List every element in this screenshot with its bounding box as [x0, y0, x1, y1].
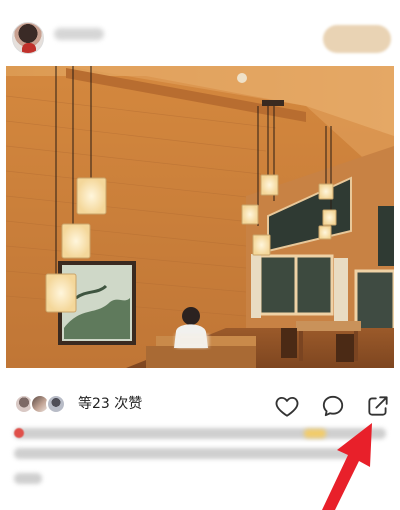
likes-count-text[interactable]: 等23 次赞 [78, 395, 142, 413]
share-arrow-icon[interactable] [365, 393, 391, 419]
post-photo[interactable] [6, 66, 394, 368]
post-caption-blurred[interactable] [14, 428, 390, 493]
liker-avatars[interactable] [14, 394, 74, 414]
post-header [0, 0, 400, 66]
user-avatar[interactable] [12, 22, 44, 54]
username-blurred[interactable] [54, 28, 104, 40]
likes-bar: 等23 次赞 [0, 386, 400, 422]
heart-icon[interactable] [274, 393, 300, 419]
liker-avatar [46, 394, 66, 414]
follow-button-blurred[interactable] [323, 25, 391, 53]
heart-emoji-icon [14, 428, 24, 438]
comment-bubble-icon[interactable] [320, 393, 346, 419]
